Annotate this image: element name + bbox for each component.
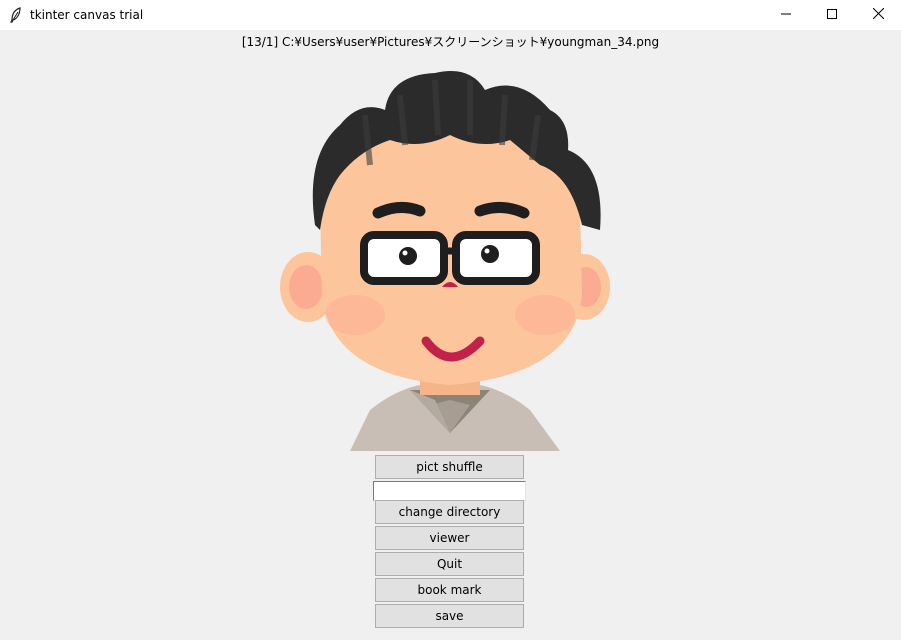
minimize-icon — [781, 8, 791, 22]
minimize-button[interactable] — [763, 0, 809, 30]
close-icon — [872, 7, 884, 22]
bookmark-button[interactable]: book mark — [375, 578, 524, 602]
viewer-button[interactable]: viewer — [375, 526, 524, 550]
save-button[interactable]: save — [375, 604, 524, 628]
directory-entry[interactable] — [373, 481, 526, 501]
title-bar: tkinter canvas trial — [0, 0, 901, 30]
close-button[interactable] — [855, 0, 901, 30]
pict-shuffle-button[interactable]: pict shuffle — [375, 455, 524, 479]
maximize-button[interactable] — [809, 0, 855, 30]
quit-button[interactable]: Quit — [375, 552, 524, 576]
image-canvas — [270, 55, 630, 451]
feather-icon — [8, 7, 24, 23]
file-path-label: [13/1] C:¥Users¥user¥Pictures¥スクリーンショット¥… — [241, 35, 660, 49]
maximize-icon — [827, 8, 837, 22]
change-directory-button[interactable]: change directory — [375, 500, 524, 524]
young-man-illustration — [280, 71, 610, 451]
window-title: tkinter canvas trial — [30, 8, 144, 22]
